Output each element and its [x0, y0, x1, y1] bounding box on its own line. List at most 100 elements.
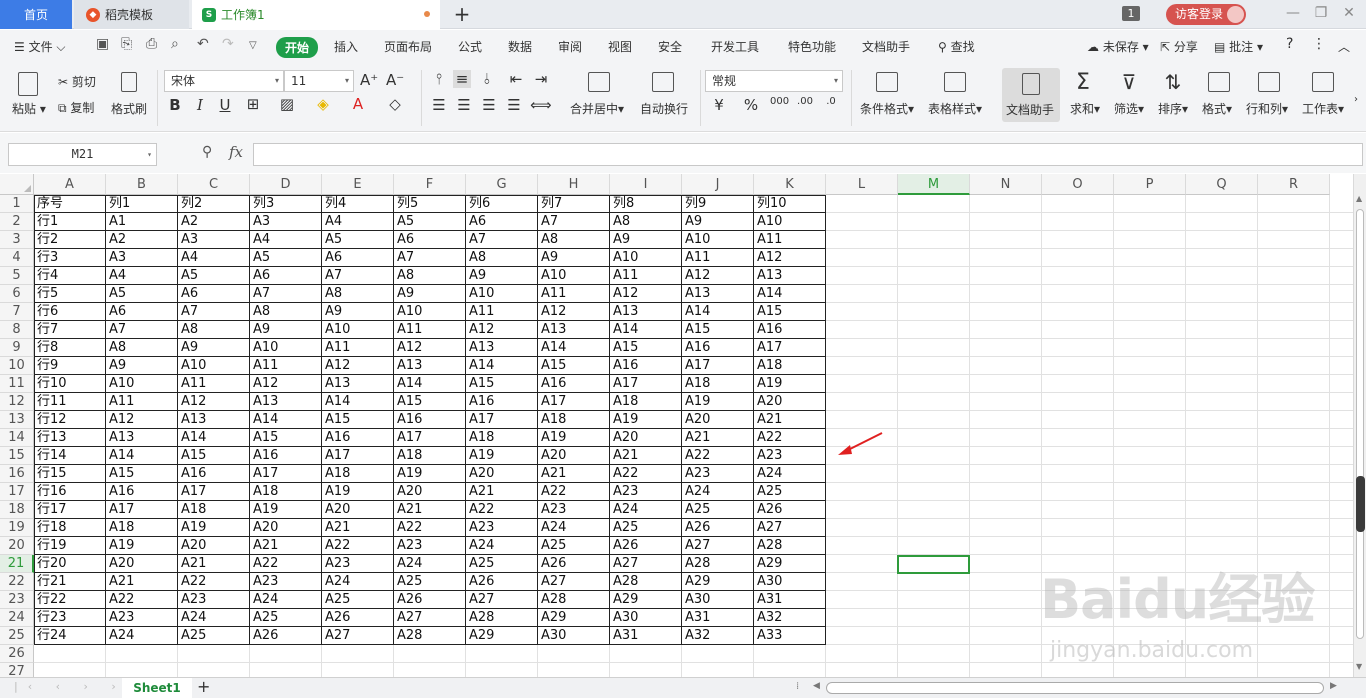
- data-cell[interactable]: A29: [611, 591, 681, 609]
- vertical-scroll-thumb[interactable]: [1356, 209, 1364, 639]
- data-cell[interactable]: A19: [251, 501, 321, 519]
- data-cell[interactable]: A7: [179, 303, 249, 321]
- data-cell[interactable]: A21: [107, 573, 177, 591]
- row-header-15[interactable]: 15: [0, 447, 34, 465]
- data-cell[interactable]: A9: [107, 357, 177, 375]
- data-cell[interactable]: A22: [755, 429, 825, 447]
- row-label-cell[interactable]: 行8: [35, 339, 105, 357]
- fill-pattern-icon[interactable]: ▨: [278, 95, 296, 113]
- search-menu[interactable]: ⚲ 查找: [938, 38, 975, 55]
- data-cell[interactable]: A4: [251, 231, 321, 249]
- data-cell[interactable]: A24: [755, 465, 825, 483]
- align-bottom-icon[interactable]: ⫰: [478, 70, 496, 88]
- menu-view[interactable]: 视图: [608, 38, 632, 55]
- data-cell[interactable]: A13: [755, 267, 825, 285]
- align-left-icon[interactable]: ☰: [430, 96, 448, 114]
- data-cell[interactable]: A15: [755, 303, 825, 321]
- copy-button[interactable]: ⧉ 复制: [58, 99, 94, 116]
- row-label-cell[interactable]: 行5: [35, 285, 105, 303]
- data-cell[interactable]: A11: [683, 249, 753, 267]
- data-cell[interactable]: A16: [611, 357, 681, 375]
- row-header-3[interactable]: 3: [0, 231, 34, 249]
- data-cell[interactable]: A2: [107, 231, 177, 249]
- data-cell[interactable]: A21: [683, 429, 753, 447]
- menu-doc-helper[interactable]: 文档助手: [862, 38, 910, 55]
- row-label-cell[interactable]: 行12: [35, 411, 105, 429]
- format-button[interactable]: 格式▾: [1202, 100, 1232, 117]
- share-button[interactable]: ⇱ 分享: [1160, 38, 1198, 55]
- data-cell[interactable]: A23: [683, 465, 753, 483]
- thousands-icon[interactable]: 000: [770, 96, 789, 107]
- data-cell[interactable]: A23: [467, 519, 537, 537]
- data-cell[interactable]: A15: [323, 411, 393, 429]
- row-label-cell[interactable]: 行21: [35, 573, 105, 591]
- data-cell[interactable]: A12: [683, 267, 753, 285]
- data-cell[interactable]: A5: [107, 285, 177, 303]
- data-cell[interactable]: A29: [755, 555, 825, 573]
- header-cell-k1[interactable]: 列10: [755, 195, 825, 213]
- data-cell[interactable]: A19: [179, 519, 249, 537]
- data-cell[interactable]: A26: [755, 501, 825, 519]
- name-box[interactable]: M21 ▾: [8, 143, 157, 166]
- data-cell[interactable]: A10: [395, 303, 465, 321]
- tab-home[interactable]: 首页: [0, 0, 72, 29]
- data-cell[interactable]: A4: [179, 249, 249, 267]
- data-cell[interactable]: A5: [395, 213, 465, 231]
- data-cell[interactable]: A13: [395, 357, 465, 375]
- data-cell[interactable]: A9: [683, 213, 753, 231]
- data-cell[interactable]: A31: [755, 591, 825, 609]
- row-label-cell[interactable]: 行23: [35, 609, 105, 627]
- data-cell[interactable]: A13: [251, 393, 321, 411]
- data-cell[interactable]: A23: [179, 591, 249, 609]
- data-cell[interactable]: A14: [755, 285, 825, 303]
- data-cell[interactable]: A5: [323, 231, 393, 249]
- percent-icon[interactable]: %: [742, 96, 760, 114]
- close-icon[interactable]: ✕: [1338, 5, 1360, 21]
- data-cell[interactable]: A11: [395, 321, 465, 339]
- collapse-ribbon-icon[interactable]: ︿: [1338, 38, 1350, 55]
- row-header-18[interactable]: 18: [0, 501, 34, 519]
- cut-button[interactable]: ✂ 剪切: [58, 73, 96, 90]
- data-cell[interactable]: A18: [683, 375, 753, 393]
- wrap-text-button[interactable]: 自动换行: [640, 100, 688, 117]
- data-cell[interactable]: A25: [251, 609, 321, 627]
- data-cell[interactable]: A6: [395, 231, 465, 249]
- data-cell[interactable]: A9: [611, 231, 681, 249]
- worksheet-icon[interactable]: [1312, 72, 1334, 92]
- row-header-22[interactable]: 22: [0, 573, 34, 591]
- data-cell[interactable]: A22: [323, 537, 393, 555]
- data-cell[interactable]: A17: [611, 375, 681, 393]
- row-label-cell[interactable]: 行13: [35, 429, 105, 447]
- row-header-14[interactable]: 14: [0, 429, 34, 447]
- row-header-17[interactable]: 17: [0, 483, 34, 501]
- hscroll-split-icon[interactable]: ⁞: [796, 681, 799, 692]
- data-cell[interactable]: A16: [395, 411, 465, 429]
- data-cell[interactable]: A12: [467, 321, 537, 339]
- select-all-corner[interactable]: [0, 174, 34, 195]
- data-cell[interactable]: A24: [611, 501, 681, 519]
- data-cell[interactable]: A4: [323, 213, 393, 231]
- row-header-7[interactable]: 7: [0, 303, 34, 321]
- data-cell[interactable]: A20: [251, 519, 321, 537]
- data-cell[interactable]: A25: [179, 627, 249, 645]
- row-header-1[interactable]: 1: [0, 195, 34, 213]
- menu-start[interactable]: 开始: [276, 37, 319, 58]
- data-cell[interactable]: A28: [683, 555, 753, 573]
- data-cell[interactable]: A27: [467, 591, 537, 609]
- data-cell[interactable]: A24: [251, 591, 321, 609]
- data-cell[interactable]: A10: [107, 375, 177, 393]
- data-cell[interactable]: A12: [611, 285, 681, 303]
- data-cell[interactable]: A18: [611, 393, 681, 411]
- horizontal-scroll-thumb[interactable]: [826, 682, 1324, 694]
- row-header-16[interactable]: 16: [0, 465, 34, 483]
- data-cell[interactable]: A25: [755, 483, 825, 501]
- column-header-p[interactable]: P: [1114, 174, 1186, 195]
- data-cell[interactable]: A26: [539, 555, 609, 573]
- data-cell[interactable]: A25: [611, 519, 681, 537]
- scroll-down-icon[interactable]: ▼: [1356, 662, 1362, 671]
- data-cell[interactable]: A11: [467, 303, 537, 321]
- data-cell[interactable]: A13: [539, 321, 609, 339]
- column-header-h[interactable]: H: [538, 174, 610, 195]
- data-cell[interactable]: A17: [251, 465, 321, 483]
- indent-decrease-icon[interactable]: ⇤: [507, 70, 525, 88]
